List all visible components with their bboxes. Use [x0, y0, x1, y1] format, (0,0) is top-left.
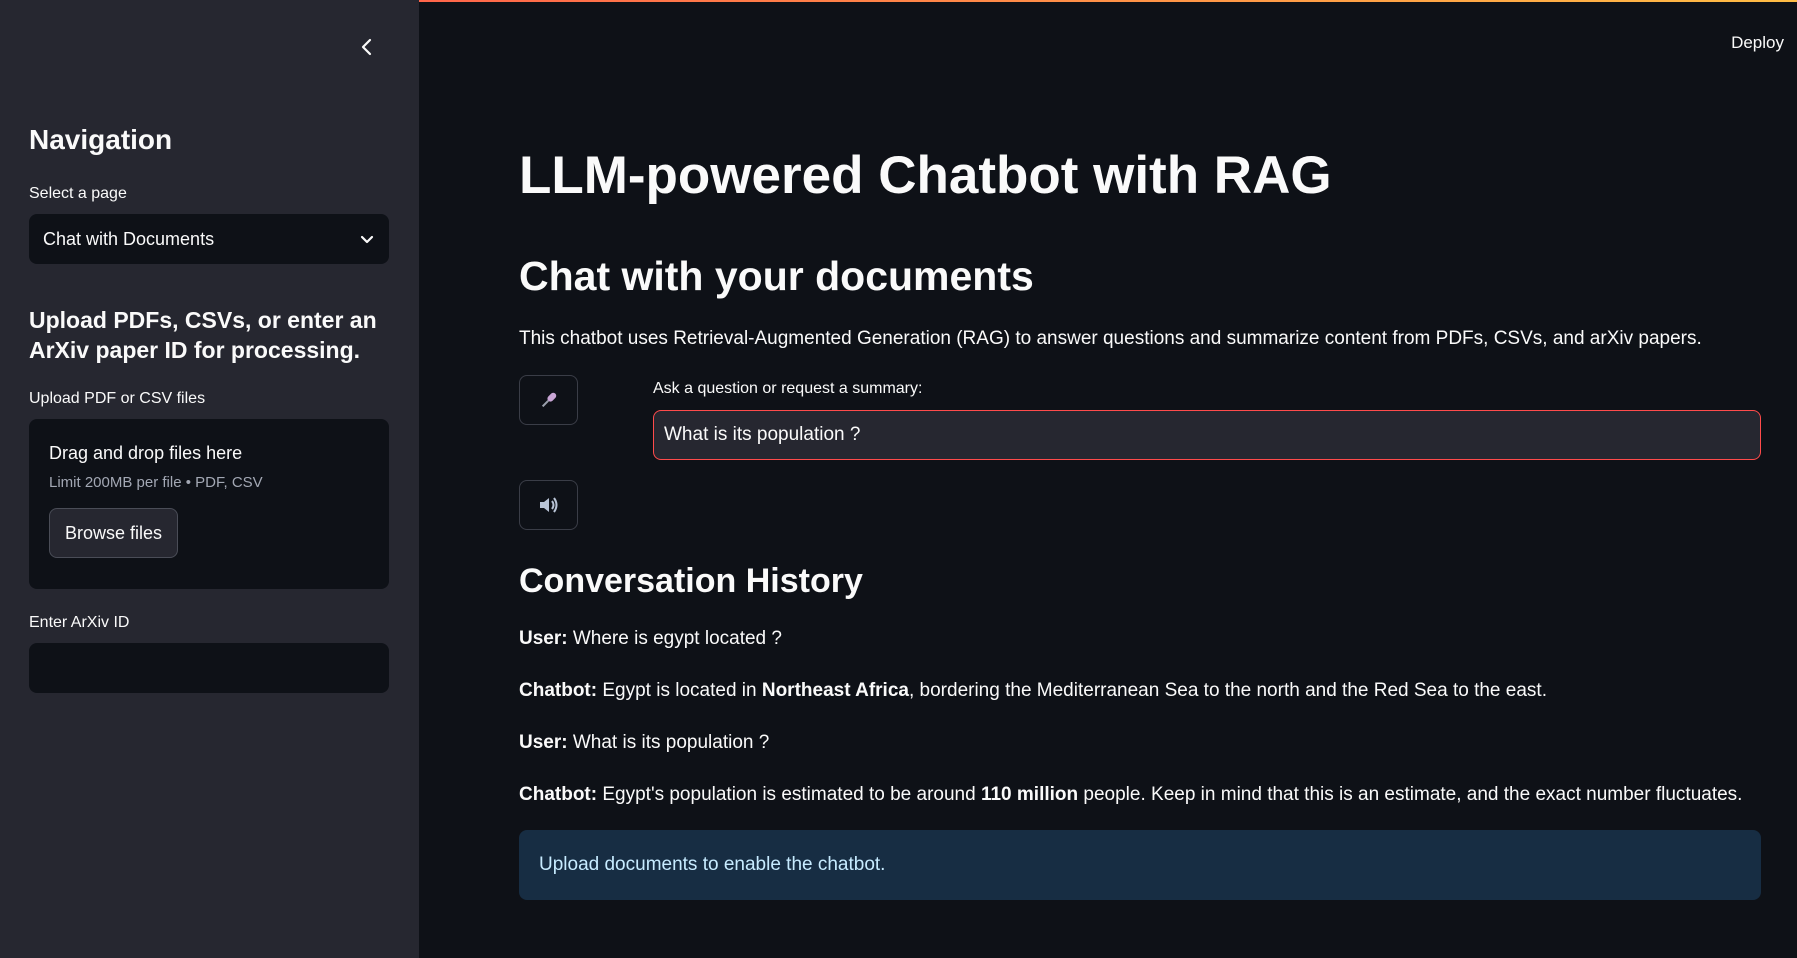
chat-message: User: What is its population ? [519, 732, 769, 754]
page-select-value: Chat with Documents [43, 228, 215, 249]
message-speaker: User: [519, 732, 568, 753]
message-text: , bordering the Mediterranean Sea to the… [908, 680, 1547, 701]
play-audio-button[interactable] [519, 480, 578, 530]
main-content: LLM-powered Chatbot with RAG Chat with y… [519, 0, 1761, 958]
chat-message: User: Where is egypt located ? [519, 628, 782, 650]
info-alert: Upload documents to enable the chatbot. [519, 830, 1761, 900]
page-title: LLM-powered Chatbot with RAG [519, 146, 1332, 205]
page-description: This chatbot uses Retrieval-Augmented Ge… [519, 328, 1702, 349]
chat-message: Chatbot: Egypt's population is estimated… [519, 784, 1742, 806]
message-emphasis: 110 million [980, 784, 1079, 805]
chat-message: Chatbot: Egypt is located in Northeast A… [519, 680, 1547, 702]
page-select[interactable]: Chat with Documents [29, 214, 389, 264]
browse-files-button[interactable]: Browse files [49, 508, 179, 558]
sidebar-heading: Navigation [29, 124, 173, 155]
uploader-label: Upload PDF or CSV files [29, 390, 206, 407]
message-emphasis: Northeast Africa [761, 680, 909, 701]
sidebar: Navigation Select a page Chat with Docum… [0, 0, 419, 958]
conversation-history-heading: Conversation History [519, 562, 863, 600]
message-text: Egypt is located in [602, 680, 762, 701]
question-label: Ask a question or request a summary: [653, 380, 923, 397]
info-alert-text: Upload documents to enable the chatbot. [539, 854, 886, 875]
microphone-icon [541, 392, 556, 408]
speaker-icon [539, 497, 557, 513]
chevron-down-icon [360, 235, 374, 244]
chevron-left-icon [361, 38, 372, 56]
question-input[interactable] [653, 410, 1761, 460]
message-text: Egypt's population is estimated to be ar… [602, 784, 981, 805]
message-text: people. Keep in mind that this is an est… [1078, 784, 1743, 805]
message-speaker: Chatbot: [519, 784, 598, 805]
message-speaker: User: [519, 628, 568, 649]
select-page-label: Select a page [29, 185, 127, 202]
collapse-sidebar-button[interactable] [353, 33, 381, 61]
message-speaker: Chatbot: [519, 680, 598, 701]
file-dropzone[interactable]: Drag and drop files here Limit 200MB per… [29, 419, 389, 589]
upload-heading: Upload PDFs, CSVs, or enter an ArXiv pap… [29, 307, 377, 363]
dropzone-limit-text: Limit 200MB per file • PDF, CSV [49, 474, 263, 491]
page-subtitle: Chat with your documents [519, 253, 1034, 299]
message-text: Where is egypt located ? [572, 628, 782, 649]
arxiv-label: Enter ArXiv ID [29, 614, 130, 631]
record-voice-button[interactable] [519, 375, 578, 425]
arxiv-id-input[interactable] [29, 643, 389, 693]
dropzone-title: Drag and drop files here [49, 443, 243, 463]
message-text: What is its population ? [572, 732, 770, 753]
